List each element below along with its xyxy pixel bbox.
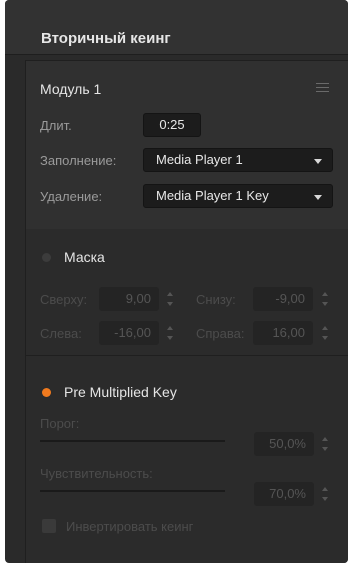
- duration-label: Длит.: [40, 118, 72, 133]
- mask-panel: Маска Сверху: 9,00 Снизу: -9,00 Слева: -…: [25, 229, 348, 356]
- mask-title: Маска: [64, 249, 105, 265]
- up-down-stepper-icon[interactable]: [166, 291, 174, 307]
- hamburger-menu-icon[interactable]: [316, 83, 329, 92]
- premultiplied-key-title: Pre Multiplied Key: [64, 384, 177, 400]
- key-source-value: Media Player 1 Key: [156, 188, 269, 203]
- module-title: Модуль 1: [40, 81, 102, 97]
- gain-value-input[interactable]: 70,0%: [254, 482, 314, 506]
- window-header: Вторичный кеинг: [5, 0, 348, 55]
- mask-top-input[interactable]: 9,00: [99, 287, 159, 311]
- key-source-dropdown[interactable]: Media Player 1 Key: [143, 184, 333, 208]
- mask-top-label: Сверху:: [40, 292, 88, 307]
- mask-left-label: Слева:: [40, 326, 82, 341]
- up-down-stepper-icon[interactable]: [321, 436, 329, 452]
- caret-down-icon: [314, 195, 322, 200]
- mask-toggle-indicator[interactable]: [42, 253, 51, 262]
- fill-source-value: Media Player 1: [156, 152, 243, 167]
- secondary-keyer-window: Вторичный кеинг Модуль 1 Длит. 0:25 Запо…: [5, 0, 348, 563]
- premultiplied-key-panel: Pre Multiplied Key Порог: 50,0% Чувствит…: [25, 356, 348, 563]
- mask-left-input[interactable]: -16,00: [99, 321, 159, 345]
- gain-label: Чувствительность:: [40, 466, 153, 481]
- fill-source-label: Заполнение:: [40, 153, 117, 168]
- up-down-stepper-icon[interactable]: [321, 325, 329, 341]
- duration-input[interactable]: 0:25: [143, 113, 201, 137]
- up-down-stepper-icon[interactable]: [321, 486, 329, 502]
- caret-down-icon: [314, 159, 322, 164]
- module-panel: Модуль 1 Длит. 0:25 Заполнение: Media Pl…: [25, 60, 348, 230]
- fill-source-dropdown[interactable]: Media Player 1: [143, 148, 333, 172]
- mask-bottom-input[interactable]: -9,00: [253, 287, 313, 311]
- clip-value-input[interactable]: 50,0%: [254, 432, 314, 456]
- clip-slider[interactable]: [40, 440, 225, 442]
- mask-right-input[interactable]: 16,00: [253, 321, 313, 345]
- clip-label: Порог:: [40, 416, 80, 431]
- mask-right-label: Справа:: [196, 326, 245, 341]
- premultiplied-key-toggle-indicator[interactable]: [42, 388, 51, 397]
- mask-bottom-label: Снизу:: [196, 292, 236, 307]
- invert-key-label: Инвертировать кеинг: [66, 519, 194, 534]
- up-down-stepper-icon[interactable]: [321, 291, 329, 307]
- gain-slider[interactable]: [40, 490, 225, 492]
- invert-key-checkbox[interactable]: [42, 519, 56, 533]
- up-down-stepper-icon[interactable]: [166, 325, 174, 341]
- window-title: Вторичный кеинг: [41, 30, 171, 47]
- key-source-label: Удаление:: [40, 189, 103, 204]
